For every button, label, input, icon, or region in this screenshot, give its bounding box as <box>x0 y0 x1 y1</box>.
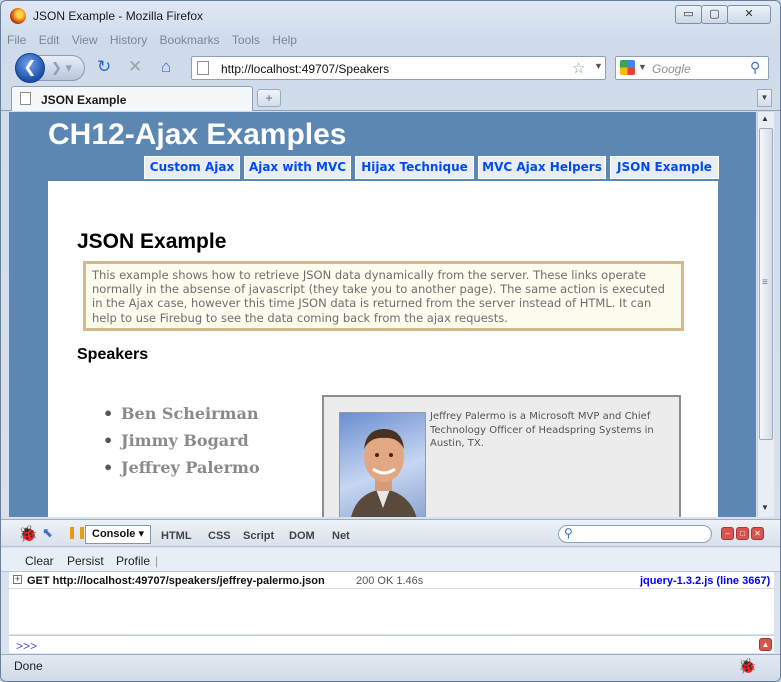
speaker-list: Ben Scheirman Jimmy Bogard Jeffrey Paler… <box>103 404 260 485</box>
google-icon[interactable] <box>620 60 635 75</box>
speaker-link-ben-scheirman[interactable]: Ben Scheirman <box>103 404 260 431</box>
info-note: This example shows how to retrieve JSON … <box>83 261 684 331</box>
status-bar: Done 🐞 <box>1 654 780 681</box>
close-button[interactable]: ✕ <box>727 5 771 24</box>
stop-icon[interactable]: ✕ <box>128 58 142 76</box>
clear-button[interactable]: Clear <box>25 554 54 568</box>
maximize-button[interactable]: ▢ <box>701 5 728 24</box>
script-tab[interactable]: Script <box>243 530 274 542</box>
menu-tools[interactable]: Tools <box>232 33 260 47</box>
address-bar[interactable]: http://localhost:49707/Speakers ☆ ▼ <box>191 56 606 80</box>
log-request[interactable]: GET http://localhost:49707/speakers/jeff… <box>27 575 325 587</box>
speaker-bio: Jeffrey Palermo is a Microsoft MVP and C… <box>430 411 654 449</box>
menu-hijax-technique[interactable]: Hijax Technique <box>355 156 474 179</box>
window-title: JSON Example - Mozilla Firefox <box>33 9 204 23</box>
command-line-toggle-icon[interactable]: ▲ <box>759 638 772 651</box>
tab-json-example[interactable]: JSON Example <box>11 86 253 111</box>
speaker-photo <box>339 412 426 517</box>
firebug-status-icon[interactable]: 🐞 <box>738 657 757 675</box>
search-engine-dropdown-icon[interactable]: ▼ <box>638 62 647 72</box>
firebug-icon[interactable]: 🐞 <box>18 524 38 544</box>
firebug-console-toolbar: Clear Persist Profile | <box>1 548 780 572</box>
bookmark-star-icon[interactable]: ☆ <box>572 59 585 77</box>
page-viewport: CH12-Ajax Examples Custom Ajax Ajax with… <box>9 112 756 517</box>
search-icon: ⚲ <box>564 526 573 540</box>
menu-json-example[interactable]: JSON Example <box>610 156 719 179</box>
reload-icon[interactable]: ↻ <box>97 58 111 76</box>
new-tab-button[interactable]: + <box>257 89 281 107</box>
menu-edit[interactable]: Edit <box>39 33 60 47</box>
firefox-logo-icon <box>10 8 26 24</box>
scrollbar-thumb[interactable] <box>759 128 773 440</box>
menu-custom-ajax[interactable]: Custom Ajax <box>144 156 240 179</box>
speakers-heading: Speakers <box>77 346 149 363</box>
status-text: Done <box>14 659 43 673</box>
net-tab[interactable]: Net <box>332 530 350 542</box>
persist-button[interactable]: Persist <box>67 554 104 568</box>
log-source-link[interactable]: jquery-1.3.2.js (line 3667) <box>640 575 770 587</box>
command-prompt: >>> <box>16 639 38 653</box>
firebug-toolbar: 🐞 ⬉ ❚❚ Console ▾ HTML CSS Script DOM Net… <box>1 519 780 547</box>
firebug-search-input[interactable]: ⚲ <box>558 525 712 543</box>
menu-history[interactable]: History <box>110 33 147 47</box>
console-command-line[interactable]: >>> ▲ <box>9 635 774 653</box>
speaker-detail-card: Jeffrey Palermo is a Microsoft MVP and C… <box>322 395 681 517</box>
menu-mvc-ajax-helpers[interactable]: MVC Ajax Helpers <box>478 156 606 179</box>
firebug-minimize-icon[interactable]: – <box>721 527 734 540</box>
speaker-link-jeffrey-palermo[interactable]: Jeffrey Palermo <box>103 458 260 485</box>
css-tab[interactable]: CSS <box>208 530 231 542</box>
toolbar-separator: | <box>155 554 159 568</box>
forward-icon[interactable]: ❯ ▾ <box>51 60 72 76</box>
url-dropdown-icon[interactable]: ▼ <box>594 61 603 71</box>
home-icon[interactable]: ⌂ <box>161 58 171 76</box>
url-text[interactable]: http://localhost:49707/Speakers <box>221 62 389 76</box>
firebug-detach-icon[interactable]: □ <box>736 527 749 540</box>
menu-ajax-with-mvc[interactable]: Ajax with MVC <box>244 156 351 179</box>
log-row[interactable]: + GET http://localhost:49707/speakers/je… <box>9 572 774 589</box>
tab-list-button[interactable]: ▼ <box>757 89 772 107</box>
main-content: JSON Example This example shows how to r… <box>48 181 718 517</box>
search-bar[interactable]: ▼ Google ⚲ <box>615 56 769 80</box>
tab-label: JSON Example <box>41 93 127 107</box>
tab-bar: JSON Example + ▼ <box>1 84 780 111</box>
log-status: 200 OK 1.46s <box>356 575 424 587</box>
minimize-button[interactable]: ▭ <box>675 5 702 24</box>
navigation-toolbar: ❮ ❯ ▾ ↻ ✕ ⌂ http://localhost:49707/Speak… <box>1 52 780 83</box>
console-log: + GET http://localhost:49707/speakers/je… <box>9 572 774 634</box>
speaker-link-jimmy-bogard[interactable]: Jimmy Bogard <box>103 431 260 458</box>
page-vertical-scrollbar[interactable]: ▲ ▼ <box>757 112 774 517</box>
html-tab[interactable]: HTML <box>161 530 192 542</box>
page-title: JSON Example <box>77 230 227 253</box>
browser-window: JSON Example - Mozilla Firefox ▭ ▢ ✕ Fil… <box>0 0 781 682</box>
site-title: CH12-Ajax Examples <box>48 118 347 151</box>
expand-icon[interactable]: + <box>13 575 22 584</box>
profile-button[interactable]: Profile <box>116 554 150 568</box>
search-icon[interactable]: ⚲ <box>750 59 760 76</box>
scroll-up-icon[interactable]: ▲ <box>761 114 769 123</box>
scroll-down-icon[interactable]: ▼ <box>761 503 769 512</box>
console-tab[interactable]: Console ▾ <box>85 525 151 544</box>
page-icon <box>197 61 209 75</box>
back-icon[interactable]: ❮ <box>15 53 45 83</box>
title-bar: JSON Example - Mozilla Firefox ▭ ▢ ✕ <box>1 1 780 31</box>
menu-help[interactable]: Help <box>272 33 297 47</box>
dom-tab[interactable]: DOM <box>289 530 315 542</box>
speaker-portrait-image <box>351 429 417 517</box>
inspect-icon[interactable]: ⬉ <box>42 525 53 541</box>
menu-view[interactable]: View <box>72 33 98 47</box>
firebug-close-icon[interactable]: ✕ <box>751 527 764 540</box>
menu-file[interactable]: File <box>7 33 26 47</box>
search-placeholder[interactable]: Google <box>652 62 691 76</box>
menu-bar: File Edit View History Bookmarks Tools H… <box>7 33 306 51</box>
page-icon <box>20 92 31 105</box>
menu-bookmarks[interactable]: Bookmarks <box>160 33 220 47</box>
